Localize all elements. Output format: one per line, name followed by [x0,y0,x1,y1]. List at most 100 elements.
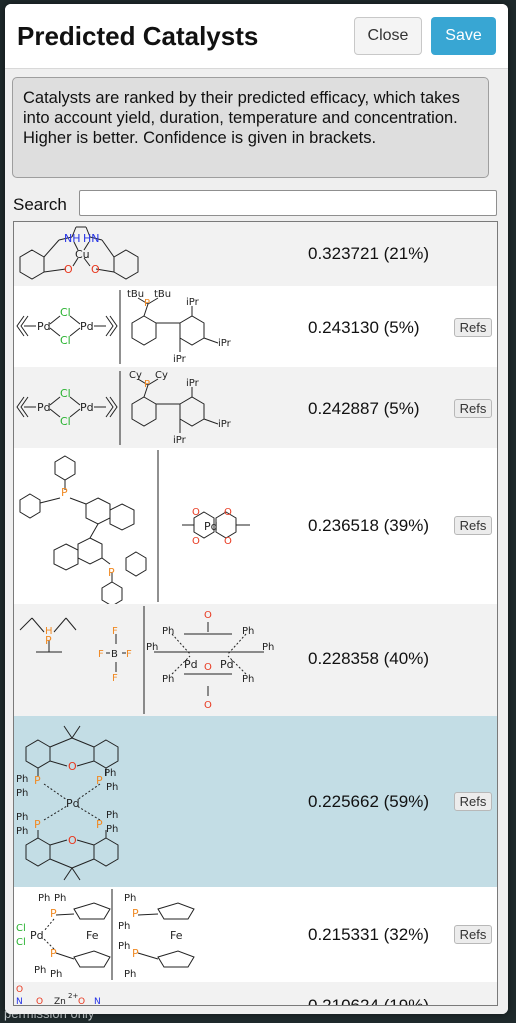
search-label: Search [13,195,67,214]
structure-label: P [108,566,115,579]
refs-button[interactable]: Refs [454,792,492,811]
structure-label: Ph [162,674,174,685]
catalyst-score: 0.228358 (40%) [308,649,429,668]
structure-label: O [91,263,100,276]
structure-label: 2+ [68,992,78,1000]
structure-label: Ph [162,626,174,637]
structure-label: Ph [16,826,28,837]
predicted-catalysts-dialog: Predicted Catalysts Close Save Catalysts… [5,4,508,1014]
structure-label: Pd [66,797,80,810]
structure-label: Cl [16,923,26,934]
structure-label: O [204,700,212,711]
structure-dppf-pd-dppf: Pd Cl Cl Fe P P Ph Ph Ph Ph Fe P P Ph Ph… [16,889,195,980]
structure-label: Pd [30,929,44,942]
structure-label: O [204,662,212,673]
structure-label: iPr [218,338,232,349]
structure-label: Ph [124,893,136,904]
structure-label: O [224,536,232,547]
refs-button[interactable]: Refs [454,318,492,337]
structure-label: P [50,947,57,960]
catalyst-list[interactable]: NH HN Cu O O 0.323721 (21%) Pd Pd Cl Cl … [13,221,498,1006]
structure-label: O [78,997,85,1006]
catalyst-row[interactable]: P P Pd O O O O 0.236518 (39%) Refs [14,448,497,604]
catalyst-row[interactable]: O N O Zn 2+ O N 0.210624 (19%) [14,982,497,1006]
catalyst-row[interactable]: NH HN Cu O O 0.323721 (21%) [14,222,497,286]
structure-label: iPr [186,297,200,308]
structure-label: Cl [16,937,26,948]
structure-label: Fe [86,929,99,942]
structure-label: Pd [204,520,218,533]
catalyst-score: 0.236518 (39%) [308,516,429,535]
structure-label: Cl [60,415,71,428]
close-button[interactable]: Close [354,17,422,55]
structure-label: Ph [124,969,136,980]
structure-label: F [98,649,104,660]
structure-cu-salen: NH HN Cu O O [19,226,139,280]
structure-label: P [132,907,139,920]
catalyst-score: 0.323721 (21%) [308,244,429,263]
save-button[interactable]: Save [431,17,496,55]
structure-label: Ph [118,921,130,932]
structure-label: Ph [34,965,46,976]
catalyst-score: 0.242887 (5%) [308,399,420,418]
structure-label: Ph [106,810,118,821]
structure-label: F [112,673,118,684]
refs-button[interactable]: Refs [454,516,492,535]
structure-label: P [96,818,103,831]
structure-label: Ph [16,788,28,799]
structure-label: iPr [218,419,232,430]
structure-xantphos-pd: Pd O O P P P P Ph Ph Ph Ph Ph Ph Ph Ph [16,725,119,881]
structure-label: Cl [60,387,71,400]
structure-label: Ph [242,626,254,637]
structure-label: Pd [184,658,198,671]
structure-label: O [68,760,77,773]
catalyst-row-selected[interactable]: Pd O O P P P P Ph Ph Ph Ph Ph Ph Ph Ph 0… [14,716,497,887]
structure-label: N [94,997,101,1006]
structure-label: P [50,907,57,920]
structure-label: P [144,298,150,309]
structure-label: P [96,774,103,787]
structure-binap-pd-oac: P P Pd O O O O [19,450,250,604]
catalyst-row[interactable]: Pd Pd Cl Cl tBu tBu P iPr iPr iPr 0.2431… [14,286,497,367]
structure-label: B [111,649,118,660]
catalyst-row[interactable]: H P F F F F B Pd Pd Ph Ph Ph Ph Ph Ph O [14,604,497,716]
structure-label: O [16,985,23,995]
catalyst-score: 0.225662 (59%) [308,792,429,811]
structure-label: O [68,834,77,847]
structure-label: O [224,507,232,518]
structure-label: iPr [186,378,200,389]
structure-label: P [61,486,68,499]
catalyst-row[interactable]: Pd Cl Cl Fe P P Ph Ph Ph Ph Fe P P Ph Ph… [14,887,497,982]
structure-label: iPr [173,354,187,365]
search-input[interactable] [79,190,497,216]
structure-label: Cl [60,334,71,347]
refs-button[interactable]: Refs [454,399,492,418]
structure-label: Ph [262,642,274,653]
structure-label: P [34,774,41,787]
info-box: Catalysts are ranked by their predicted … [12,77,489,178]
dialog-body: Catalysts are ranked by their predicted … [5,69,508,1014]
structure-label: Ph [118,941,130,952]
structure-zn-nitrate: O N O Zn 2+ O N [16,985,101,1006]
structure-label: Pd [37,320,51,333]
structure-label: O [64,263,73,276]
structure-label: NH [64,232,81,245]
refs-button[interactable]: Refs [454,925,492,944]
structure-label: tBu [154,289,171,300]
structure-label: P [45,634,52,647]
structure-label: Ph [242,674,254,685]
structure-label: F [126,649,132,660]
structure-label: iPr [173,435,187,446]
structure-label: Cy [129,370,142,381]
structure-label: Cu [75,248,90,261]
structure-label: O [204,610,212,621]
structure-label: Ph [106,824,118,835]
structure-label: O [192,536,200,547]
structure-label: Zn [54,997,66,1006]
structure-label: Pd [80,401,94,414]
structure-label: F [112,626,118,637]
structure-label: Cl [60,306,71,319]
structure-label: P [144,379,150,390]
structure-label: O [192,507,200,518]
catalyst-row[interactable]: Pd Pd Cl Cl Cy Cy P iPr iPr iPr 0.242887… [14,367,497,448]
